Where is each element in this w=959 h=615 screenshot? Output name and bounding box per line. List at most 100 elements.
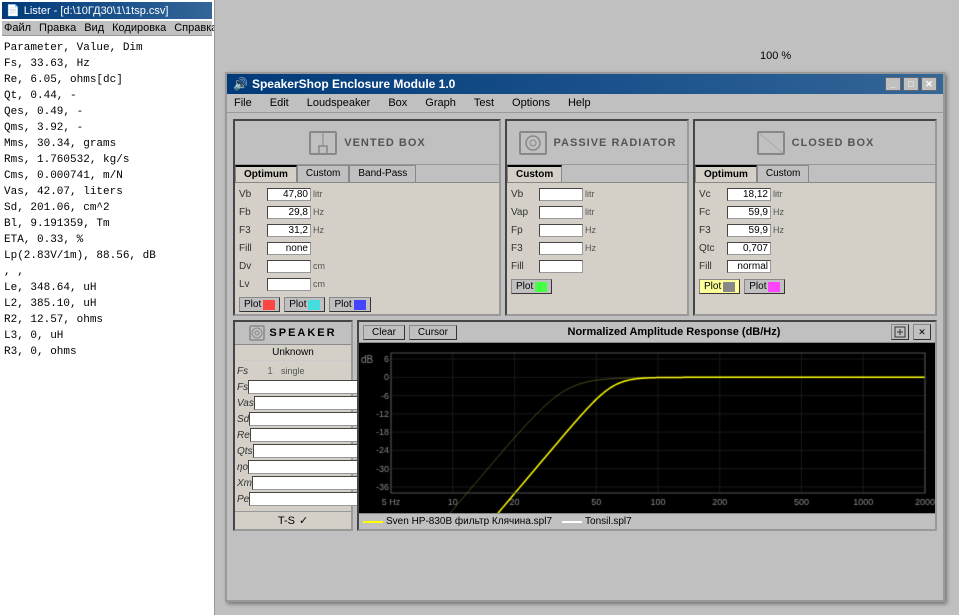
pr-fill-label: Fill [511,261,539,272]
vented-fb-input[interactable] [267,206,311,219]
closed-vc-input[interactable] [727,188,771,201]
vented-box-icon [308,128,338,158]
lister-line: Vas, 42.07, liters [4,184,210,200]
closed-custom-tab[interactable]: Custom [757,165,809,182]
menu-encoding[interactable]: Кодировка [112,22,166,34]
pr-fp-label: Fp [511,225,539,236]
menu-help[interactable]: Help [565,96,594,110]
pr-vap-input[interactable] [539,206,583,219]
lister-line: R2, 12.57, ohms [4,312,210,328]
pr-fp-input[interactable] [539,224,583,237]
sp-fs-val-label: Fs [237,382,248,393]
graph-close-button[interactable]: ✕ [913,324,931,340]
menu-graph[interactable]: Graph [422,96,459,110]
pr-vap-unit: litr [583,207,607,217]
passive-radiator-header: PASSIVE RADIATOR [507,121,687,165]
cursor-button[interactable]: Cursor [409,325,457,340]
vented-dv-unit: cm [311,261,335,271]
vented-dv-label: Dv [239,261,267,272]
vented-lv-label: Lv [239,279,267,290]
minimize-button[interactable]: _ [885,77,901,91]
vented-lv-input[interactable] [267,278,311,291]
vented-plot-btn-2[interactable]: Plot [284,297,325,312]
menu-options[interactable]: Options [509,96,553,110]
lister-content: Parameter, Value, DimFs, 33.63, HzRe, 6.… [2,38,212,362]
bottom-legend: Sven HP-830В фильтр Клячина.spl7 Tonsil.… [359,513,935,529]
lister-line: Fs, 33.63, Hz [4,56,210,72]
closed-fc-input[interactable] [727,206,771,219]
speakershop-window: 🔊 SpeakerShop Enclosure Module 1.0 _ □ ✕… [225,72,945,602]
closed-fill-label: Fill [699,261,727,272]
vented-plot-btn-3[interactable]: Plot [329,297,370,312]
vented-box-header: VENTED BOX [235,121,499,165]
closed-fc-row: Fc Hz [699,203,931,221]
pr-custom-tab[interactable]: Custom [507,165,562,182]
maximize-button[interactable]: □ [903,77,919,91]
vented-bandpass-tab[interactable]: Band-Pass [349,165,416,182]
pr-plot-row: Plot [507,277,687,296]
sp-pe-label: Pe [237,494,249,505]
lister-line: Qms, 3.92, - [4,120,210,136]
lister-line: ETA, 0.33, % [4,232,210,248]
lister-line: Bl, 9.191359, Tm [4,216,210,232]
vented-custom-tab[interactable]: Custom [297,165,349,182]
vented-fb-row: Fb Hz [239,203,495,221]
vented-optimum-tab[interactable]: Optimum [235,165,297,182]
pr-vb-input[interactable] [539,188,583,201]
lister-line: Qes, 0.49, - [4,104,210,120]
closed-fc-label: Fc [699,207,727,218]
pr-vap-row: Vap litr [511,203,683,221]
sp-xm-row: Xm mm [237,475,349,491]
vented-vb-input[interactable] [267,188,311,201]
closed-f3-unit: Hz [771,225,795,235]
lister-line: R3, 0, ohms [4,344,210,360]
menu-loudspeaker[interactable]: Loudspeaker [304,96,374,110]
pr-fp-row: Fp Hz [511,221,683,239]
pr-plot-btn[interactable]: Plot [511,279,552,294]
lister-line: Mms, 30.34, grams [4,136,210,152]
closed-plot-btn-2[interactable]: Plot [744,279,785,294]
legend-item-1: Sven HP-830В фильтр Клячина.spl7 [363,516,552,527]
closed-optimum-tab[interactable]: Optimum [695,165,757,182]
menu-edit[interactable]: Правка [39,22,76,34]
menu-help[interactable]: Справка [174,22,215,34]
legend-item-2: Tonsil.spl7 [562,516,632,527]
menu-edit[interactable]: Edit [267,96,292,110]
pr-f3-unit: Hz [583,243,607,253]
pr-vb-label: Vb [511,189,539,200]
menu-file[interactable]: Файл [4,22,31,34]
vented-fb-unit: Hz [311,207,335,217]
speaker-icon [249,325,265,341]
clear-button[interactable]: Clear [363,325,405,340]
menu-box[interactable]: Box [385,96,410,110]
sp-eta-row: ηo % [237,459,349,475]
window-controls: _ □ ✕ [885,77,937,91]
speakershop-menu: File Edit Loudspeaker Box Graph Test Opt… [227,94,943,113]
lister-line: Le, 348.64, uH [4,280,210,296]
vented-f3-label: F3 [239,225,267,236]
vented-plot-btn-1[interactable]: Plot [239,297,280,312]
closed-plot-btn-1[interactable]: Plot [699,279,740,294]
graph-export-button[interactable] [891,324,909,340]
closed-qtc-label: Qtc [699,243,727,254]
menu-test[interactable]: Test [471,96,497,110]
vented-f3-input[interactable] [267,224,311,237]
sp-fs-val-row: Fs Hz [237,379,349,395]
sp-qts-row: Qts [237,443,349,459]
vented-vb-unit: litr [311,189,335,199]
pr-f3-input[interactable] [539,242,583,255]
pr-fill-row: Fill [511,257,683,275]
vented-dv-input[interactable] [267,260,311,273]
vented-fill-input[interactable] [267,242,311,255]
closed-fill-input[interactable] [727,260,771,273]
closed-f3-input[interactable] [727,224,771,237]
sp-num: 1 [259,366,281,377]
close-button[interactable]: ✕ [921,77,937,91]
menu-file[interactable]: File [231,96,255,110]
menu-view[interactable]: Вид [84,22,104,34]
lister-line: Re, 6.05, ohms[dc] [4,72,210,88]
pr-fill-input[interactable] [539,260,583,273]
closed-qtc-input[interactable] [727,242,771,255]
vented-fill-row: Fill [239,239,495,257]
lister-line: Lp(2.83V/1m), 88.56, dB [4,248,210,264]
